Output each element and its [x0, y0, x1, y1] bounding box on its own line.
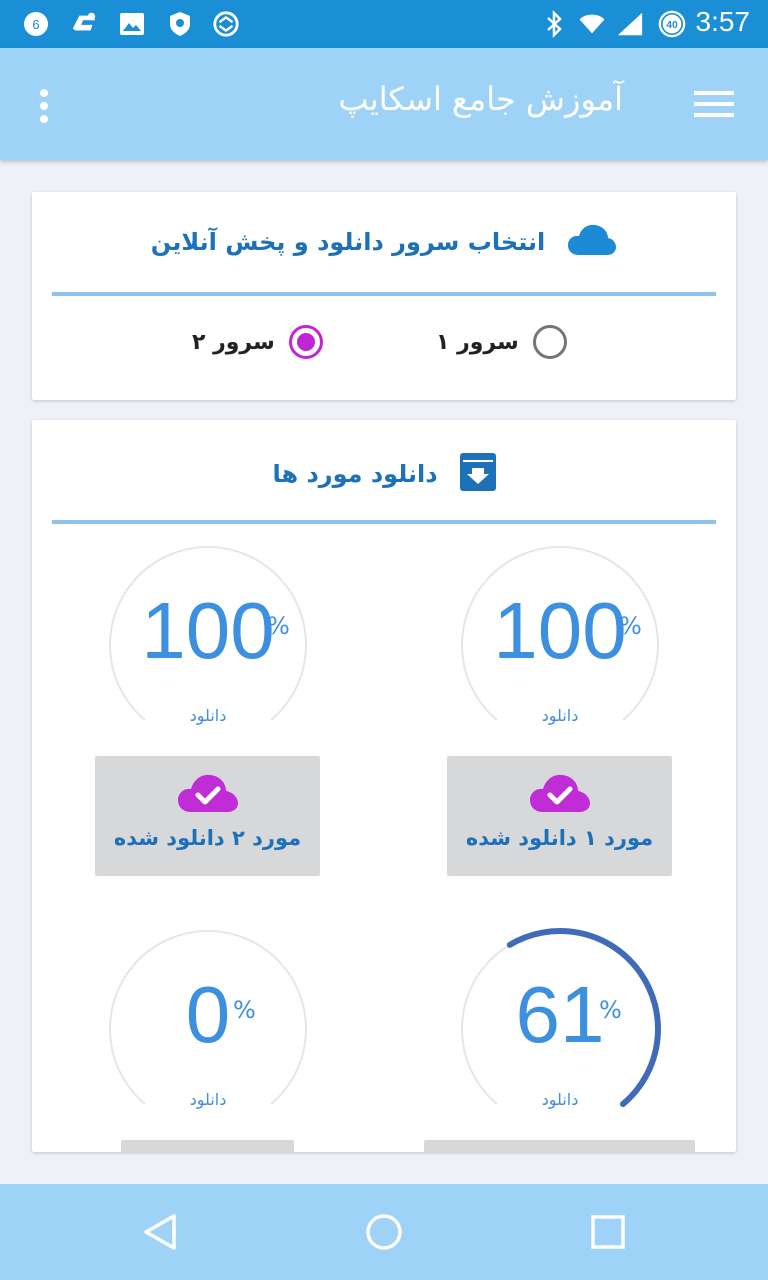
- downloads-divider: [52, 520, 716, 524]
- download-box-icon: [459, 453, 496, 495]
- download-status-2[interactable]: مورد ۲ دانلود شده: [95, 756, 320, 876]
- server-card: انتخاب سرور دانلود و پخش آنلاین سرور ۱ س…: [32, 192, 736, 400]
- status-time: 3:57: [695, 6, 751, 37]
- cloud-icon: [567, 223, 617, 261]
- download-button-3[interactable]: [424, 1140, 695, 1152]
- gauge-1-percent-sign: %: [619, 612, 642, 640]
- app-title: آموزش جامع اسکایپ: [338, 80, 623, 118]
- home-icon[interactable]: [360, 1208, 408, 1256]
- download-gauge-3: 61 % دانلود: [455, 924, 665, 1134]
- nav-bar: [0, 1184, 768, 1280]
- notification-count-icon: 6: [22, 10, 50, 38]
- status-bar: 6 40 3:57: [0, 0, 768, 48]
- gauge-2-caption: دانلود: [189, 706, 227, 725]
- download-button-4[interactable]: [121, 1140, 294, 1152]
- recents-icon[interactable]: [584, 1208, 632, 1256]
- back-icon[interactable]: [136, 1208, 184, 1256]
- download-gauge-4: 0 % دانلود: [103, 924, 313, 1134]
- vpn-shield-icon: [166, 10, 194, 38]
- download-status-1[interactable]: مورد ۱ دانلود شده: [447, 756, 672, 876]
- gauge-3-percent-sign: %: [599, 996, 622, 1024]
- signal-badge: 40: [666, 20, 678, 31]
- gallery-icon: [118, 10, 146, 38]
- notification-count: 6: [32, 17, 39, 32]
- cell-signal-icon: [616, 10, 644, 38]
- menu-icon[interactable]: [690, 84, 738, 124]
- radio-selected-icon[interactable]: [288, 325, 323, 359]
- gauge-3-percent: 61: [515, 970, 605, 1059]
- radio-dot: [296, 333, 315, 351]
- downloads-card-header: دانلود مورد ها: [32, 420, 736, 528]
- server-option-1[interactable]: سرور ۱: [436, 322, 567, 362]
- chat-app-icon: [70, 10, 98, 38]
- gauge-2-percent-sign: %: [267, 612, 290, 640]
- server-option-2-label: سرور ۲: [192, 329, 275, 355]
- downloads-card-title: دانلود مورد ها: [272, 460, 438, 488]
- gauge-3-caption: دانلود: [541, 1090, 579, 1109]
- data-saver-icon: 40: [658, 10, 686, 38]
- gauge-4-caption: دانلود: [189, 1090, 227, 1109]
- download-gauge-1: 100 % دانلود: [455, 540, 665, 750]
- sync-app-icon: [212, 10, 240, 38]
- radio-unselected-icon[interactable]: [532, 325, 567, 359]
- server-card-title: انتخاب سرور دانلود و پخش آنلاین: [150, 228, 546, 256]
- server-option-1-label: سرور ۱: [436, 329, 519, 355]
- downloads-card: دانلود مورد ها 100 % دانلود 100 % دانلود…: [32, 420, 736, 1152]
- download-status-1-label: مورد ۱ دانلود شده: [465, 826, 654, 850]
- gauge-4-percent: 0: [185, 970, 231, 1059]
- more-vert-icon[interactable]: [20, 82, 68, 130]
- gauge-4-percent-sign: %: [233, 996, 256, 1024]
- wifi-icon: [578, 10, 606, 38]
- gauge-1-caption: دانلود: [541, 706, 579, 725]
- bluetooth-icon: [540, 10, 568, 38]
- server-option-2[interactable]: سرور ۲: [192, 322, 323, 362]
- cloud-check-icon: [177, 772, 239, 818]
- app-bar: آموزش جامع اسکایپ: [0, 48, 768, 160]
- download-status-2-label: مورد ۲ دانلود شده: [113, 826, 302, 850]
- server-divider: [52, 292, 716, 296]
- download-gauge-2: 100 % دانلود: [103, 540, 313, 750]
- cloud-check-icon: [529, 772, 591, 818]
- server-card-header: انتخاب سرور دانلود و پخش آنلاین: [32, 192, 736, 292]
